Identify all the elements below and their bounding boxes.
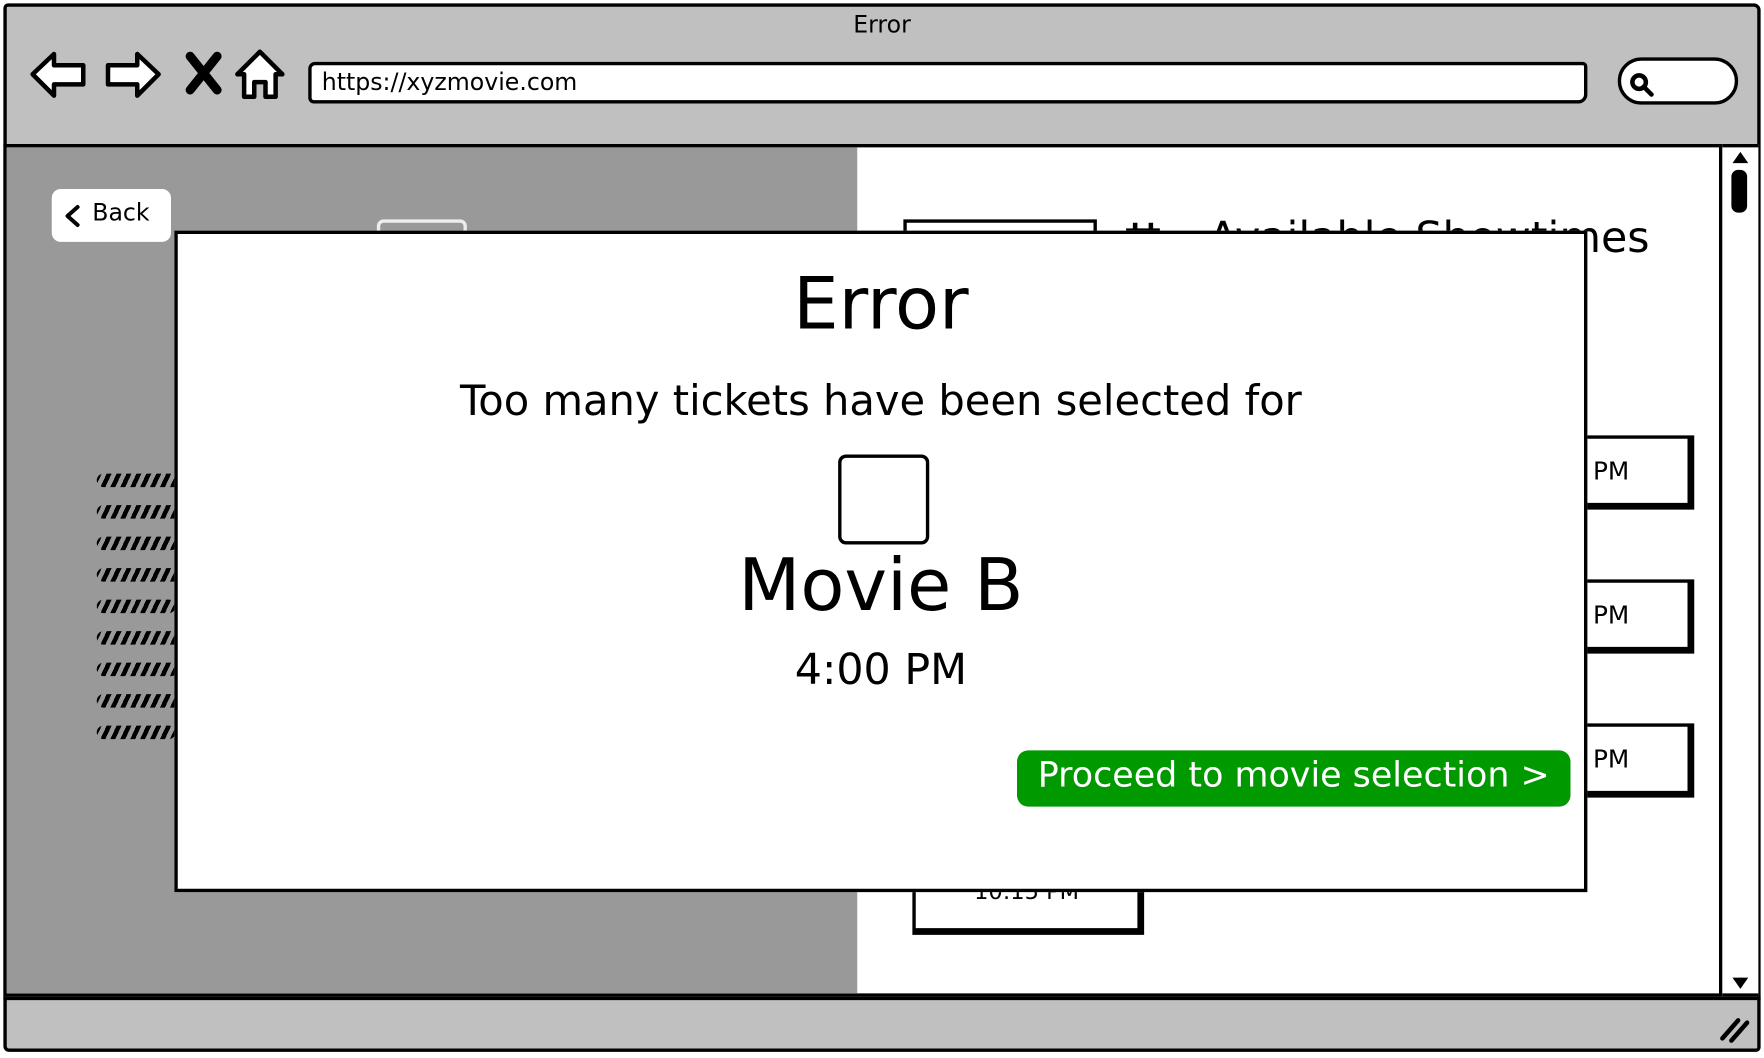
- description-line: [96, 473, 187, 488]
- description-line: [96, 694, 183, 708]
- search-icon: [1630, 73, 1654, 97]
- selected-showtime: 4:00 PM: [794, 644, 968, 695]
- back-button-label: Back: [92, 199, 150, 227]
- showtime-button[interactable]: PM: [1581, 435, 1695, 510]
- movie-thumbnail: [838, 454, 930, 545]
- search-box[interactable]: [1617, 57, 1739, 105]
- window-title: Error: [853, 11, 911, 39]
- error-modal: Error Too many tickets have been selecte…: [174, 230, 1588, 893]
- description-line: [96, 599, 176, 614]
- description-line: [96, 662, 178, 677]
- movie-name: Movie B: [738, 544, 1024, 628]
- home-icon[interactable]: [231, 45, 290, 104]
- description-line: [96, 725, 176, 740]
- scroll-thumb[interactable]: [1731, 169, 1748, 213]
- proceed-to-movie-selection-button[interactable]: Proceed to movie selection >: [1017, 750, 1571, 807]
- back-button[interactable]: Back: [51, 189, 171, 242]
- description-line: [96, 568, 183, 582]
- back-arrow-icon[interactable]: [29, 45, 88, 104]
- status-bar: [3, 996, 1761, 1052]
- error-message: Too many tickets have been selected for: [459, 376, 1302, 426]
- description-line: [96, 536, 178, 551]
- showtime-button[interactable]: PM: [1581, 723, 1695, 798]
- scroll-up-icon[interactable]: [1730, 150, 1750, 166]
- modal-title: Error: [793, 263, 969, 347]
- scroll-down-icon[interactable]: [1730, 975, 1750, 991]
- vertical-scrollbar[interactable]: [1722, 144, 1759, 997]
- description-line: [96, 505, 183, 519]
- stop-icon[interactable]: [174, 45, 233, 104]
- description-line: [96, 631, 180, 645]
- showtime-button[interactable]: PM: [1581, 579, 1695, 654]
- chevron-left-icon: [65, 205, 80, 227]
- forward-arrow-icon[interactable]: [104, 45, 163, 104]
- resize-grip-icon[interactable]: [1716, 1014, 1750, 1043]
- url-bar[interactable]: https://xyzmovie.com: [308, 61, 1588, 104]
